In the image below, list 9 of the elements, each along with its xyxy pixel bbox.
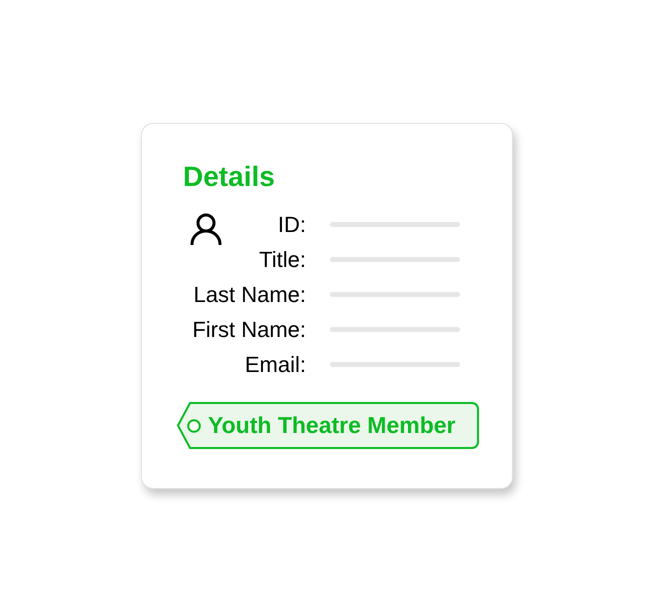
card-title: Details <box>183 162 276 192</box>
tag-hole-icon <box>187 418 201 432</box>
field-label: Last Name: <box>194 282 306 308</box>
field-label: First Name: <box>192 316 306 342</box>
field-label: ID: <box>278 212 306 238</box>
person-icon <box>190 213 222 245</box>
field-label: Title: <box>259 246 306 272</box>
field-label: Email: <box>244 352 306 378</box>
tag-label: Youth Theatre Member <box>208 412 456 439</box>
